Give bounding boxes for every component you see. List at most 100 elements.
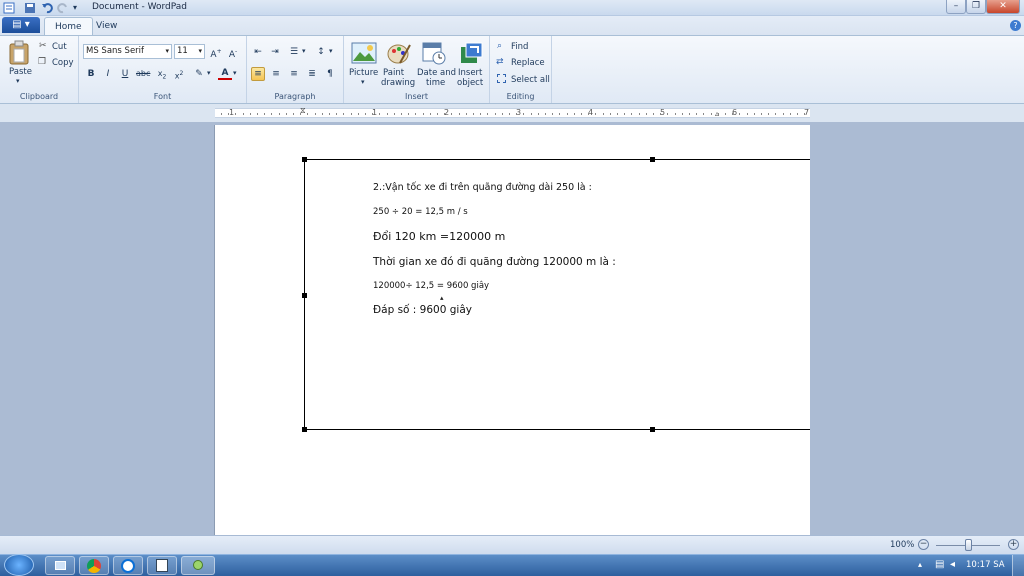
select-all-button[interactable]: Select all (511, 75, 550, 85)
restore-button[interactable]: ❐ (966, 0, 986, 14)
resize-handle[interactable] (650, 427, 655, 432)
decrease-indent-icon[interactable]: ⇤ (251, 45, 265, 59)
ruler-tick (473, 113, 474, 115)
minimize-button[interactable]: – (946, 0, 966, 14)
replace-button[interactable]: Replace (511, 58, 545, 68)
paint-drawing-label-2[interactable]: drawing (381, 78, 415, 88)
taskbar-clock[interactable]: 10:17 SA (966, 560, 1005, 570)
ruler-tick (667, 113, 669, 115)
show-desktop-button[interactable] (1012, 555, 1024, 576)
start-button[interactable] (4, 554, 34, 576)
undo-icon[interactable] (41, 2, 53, 14)
ruler[interactable]: 1 1 2 3 4 5 6 7 ⧖ ▵ (215, 106, 810, 118)
font-size-select[interactable]: 11 ▾ (174, 44, 205, 59)
document-line: 250 ÷ 20 = 12,5 m / s (373, 207, 468, 217)
embedded-object-frame[interactable] (304, 159, 810, 430)
paint-drawing-label-1[interactable]: Paint (383, 68, 404, 78)
resize-handle[interactable] (302, 293, 307, 298)
wordpad-taskbar-icon[interactable] (147, 556, 177, 575)
redo-icon[interactable] (57, 2, 69, 14)
customize-quick-access-icon[interactable]: ▾ (73, 2, 85, 14)
ruler-tick (494, 113, 496, 115)
align-right-icon[interactable]: ≡ (287, 67, 301, 81)
subscript-icon[interactable]: x2 (155, 67, 169, 81)
text-color-icon[interactable]: A (218, 66, 232, 80)
bold-icon[interactable]: B (84, 67, 98, 81)
highlight-color-icon[interactable]: ✎ (192, 67, 206, 81)
italic-icon[interactable]: I (101, 67, 115, 81)
strikethrough-icon[interactable]: abc (136, 67, 150, 81)
paint-drawing-icon[interactable] (386, 41, 412, 65)
show-hidden-icons-icon[interactable]: ▴ (918, 560, 922, 569)
font-family-select[interactable]: MS Sans Serif ▾ (83, 44, 172, 59)
line-spacing-dropdown-icon[interactable]: ▾ (329, 47, 333, 55)
app-icon[interactable] (3, 2, 15, 14)
application-menu-button[interactable]: ▤ ▾ (2, 17, 40, 33)
tab-view[interactable]: View (86, 17, 127, 35)
text-color-dropdown-icon[interactable]: ▾ (233, 69, 237, 77)
picture-button[interactable]: Picture (349, 68, 378, 78)
find-button[interactable]: Find (511, 42, 528, 52)
paint-taskbar-icon[interactable] (181, 556, 215, 575)
underline-icon[interactable]: U (118, 67, 132, 81)
ruler-tick (746, 113, 748, 115)
ruler-tick (321, 113, 323, 115)
paste-icon[interactable] (8, 40, 32, 69)
date-time-icon[interactable] (421, 41, 447, 65)
ruler-tick (242, 113, 244, 115)
zoom-out-icon[interactable]: − (918, 539, 929, 550)
paragraph-settings-icon[interactable]: ¶ (323, 67, 337, 81)
picture-dropdown-icon[interactable]: ▾ (361, 78, 365, 86)
resize-handle[interactable] (650, 157, 655, 162)
ruler-tick (278, 113, 280, 115)
superscript-icon[interactable]: x2 (172, 67, 186, 81)
editing-group-label: Editing (506, 92, 535, 101)
ruler-tick (300, 113, 302, 115)
align-center-icon[interactable]: ≡ (269, 67, 283, 81)
shrink-font-icon[interactable]: A- (226, 45, 240, 60)
ruler-tick (329, 113, 330, 115)
ruler-tick (689, 113, 690, 115)
zoom-in-icon[interactable]: + (1008, 539, 1019, 550)
insert-object-label-2[interactable]: object (457, 78, 483, 88)
justify-icon[interactable]: ≣ (305, 67, 319, 81)
volume-icon[interactable]: ◂ (950, 559, 955, 570)
copy-button[interactable]: Copy (52, 58, 74, 68)
font-size-value: 11 (177, 46, 188, 56)
mouse-cursor-icon: ▴ (440, 294, 444, 302)
ruler-tick (386, 113, 388, 115)
title-bar: ▾ Document - WordPad – ❐ ✕ (0, 0, 1024, 16)
network-icon[interactable]: ▤ (935, 559, 944, 570)
ruler-tick (221, 113, 222, 115)
chrome-icon[interactable] (79, 556, 109, 575)
date-time-label-2[interactable]: time (426, 78, 445, 88)
paste-button[interactable]: Paste (9, 67, 32, 77)
bullets-dropdown-icon[interactable]: ▾ (302, 47, 306, 55)
zalo-icon[interactable] (113, 556, 143, 575)
insert-object-label-1[interactable]: Insert (458, 68, 482, 78)
grow-font-icon[interactable]: A+ (209, 45, 223, 60)
picture-icon[interactable] (351, 41, 377, 65)
ruler-tick (509, 113, 510, 115)
close-button[interactable]: ✕ (986, 0, 1020, 14)
help-icon[interactable]: ? (1010, 20, 1021, 31)
date-time-label-1[interactable]: Date and (417, 68, 456, 78)
resize-handle[interactable] (302, 157, 307, 162)
ruler-tick (429, 113, 431, 115)
ruler-tick (523, 113, 525, 115)
align-left-icon[interactable]: ≡ (251, 67, 265, 81)
cut-button[interactable]: Cut (52, 42, 67, 52)
ribbon: Paste ▾ ✂ Cut ❐ Copy Clipboard MS Sans S… (0, 35, 1024, 104)
show-desktop-icon[interactable] (45, 556, 75, 575)
insert-group-label: Insert (405, 92, 428, 101)
save-icon[interactable] (24, 2, 36, 14)
increase-indent-icon[interactable]: ⇥ (268, 45, 282, 59)
paste-dropdown-icon[interactable]: ▾ (16, 77, 20, 85)
zoom-slider-thumb[interactable] (965, 539, 972, 551)
highlight-dropdown-icon[interactable]: ▾ (207, 69, 211, 77)
insert-object-icon[interactable] (458, 41, 484, 65)
ruler-tick (285, 113, 287, 115)
resize-handle[interactable] (302, 427, 307, 432)
bullets-icon[interactable]: ☰ (287, 45, 301, 59)
line-spacing-icon[interactable]: ↕ (314, 45, 328, 59)
